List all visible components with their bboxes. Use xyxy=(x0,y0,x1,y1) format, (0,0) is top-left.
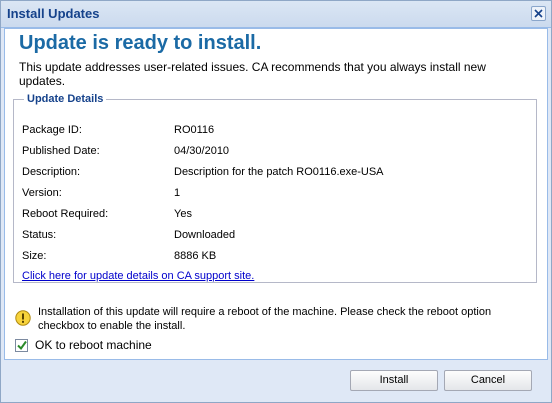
detail-value: RO0116 xyxy=(174,124,215,136)
detail-label: Published Date: xyxy=(22,145,100,157)
detail-row-version: Version: 1 xyxy=(22,187,522,203)
page-title: Update is ready to install. xyxy=(19,32,262,54)
support-site-link[interactable]: Click here for update details on CA supp… xyxy=(22,270,254,282)
detail-row-published-date: Published Date: 04/30/2010 xyxy=(22,145,522,161)
checkmark-icon xyxy=(17,340,27,351)
detail-value: Yes xyxy=(174,208,192,220)
window-title: Install Updates xyxy=(7,6,100,21)
reboot-checkbox[interactable] xyxy=(15,339,28,352)
detail-label: Package ID: xyxy=(22,124,82,136)
update-details-group: Update Details Package ID: RO0116 Publis… xyxy=(13,93,537,283)
detail-value: Description for the patch RO0116.exe-USA xyxy=(174,166,384,178)
reboot-warning-text: Installation of this update will require… xyxy=(38,306,492,332)
warning-icon xyxy=(15,310,31,326)
detail-label: Reboot Required: xyxy=(22,208,109,220)
dialog-body: Update is ready to install. This update … xyxy=(4,28,548,360)
close-icon xyxy=(534,9,543,18)
cancel-button[interactable]: Cancel xyxy=(444,370,532,391)
detail-label: Description: xyxy=(22,166,81,178)
install-button[interactable]: Install xyxy=(350,370,438,391)
close-button[interactable] xyxy=(531,6,546,21)
intro-text: This update addresses user-related issue… xyxy=(19,60,486,88)
detail-row-package-id: Package ID: RO0116 xyxy=(22,124,522,140)
detail-row-reboot-required: Reboot Required: Yes xyxy=(22,208,522,224)
detail-value: 1 xyxy=(174,187,181,199)
detail-label: Size: xyxy=(22,250,47,262)
detail-value: 8886 KB xyxy=(174,250,217,262)
detail-row-size: Size: 8886 KB xyxy=(22,250,522,266)
detail-label: Version: xyxy=(22,187,62,199)
title-bar: Install Updates xyxy=(1,1,551,28)
detail-value: 04/30/2010 xyxy=(174,145,230,157)
update-details-legend: Update Details xyxy=(27,93,104,105)
detail-row-description: Description: Description for the patch R… xyxy=(22,166,522,182)
detail-label: Status: xyxy=(22,229,57,241)
install-updates-dialog: Install Updates Update is ready to insta… xyxy=(0,0,552,403)
detail-row-status: Status: Downloaded xyxy=(22,229,522,245)
detail-value: Downloaded xyxy=(174,229,236,241)
reboot-checkbox-label[interactable]: OK to reboot machine xyxy=(35,338,152,352)
